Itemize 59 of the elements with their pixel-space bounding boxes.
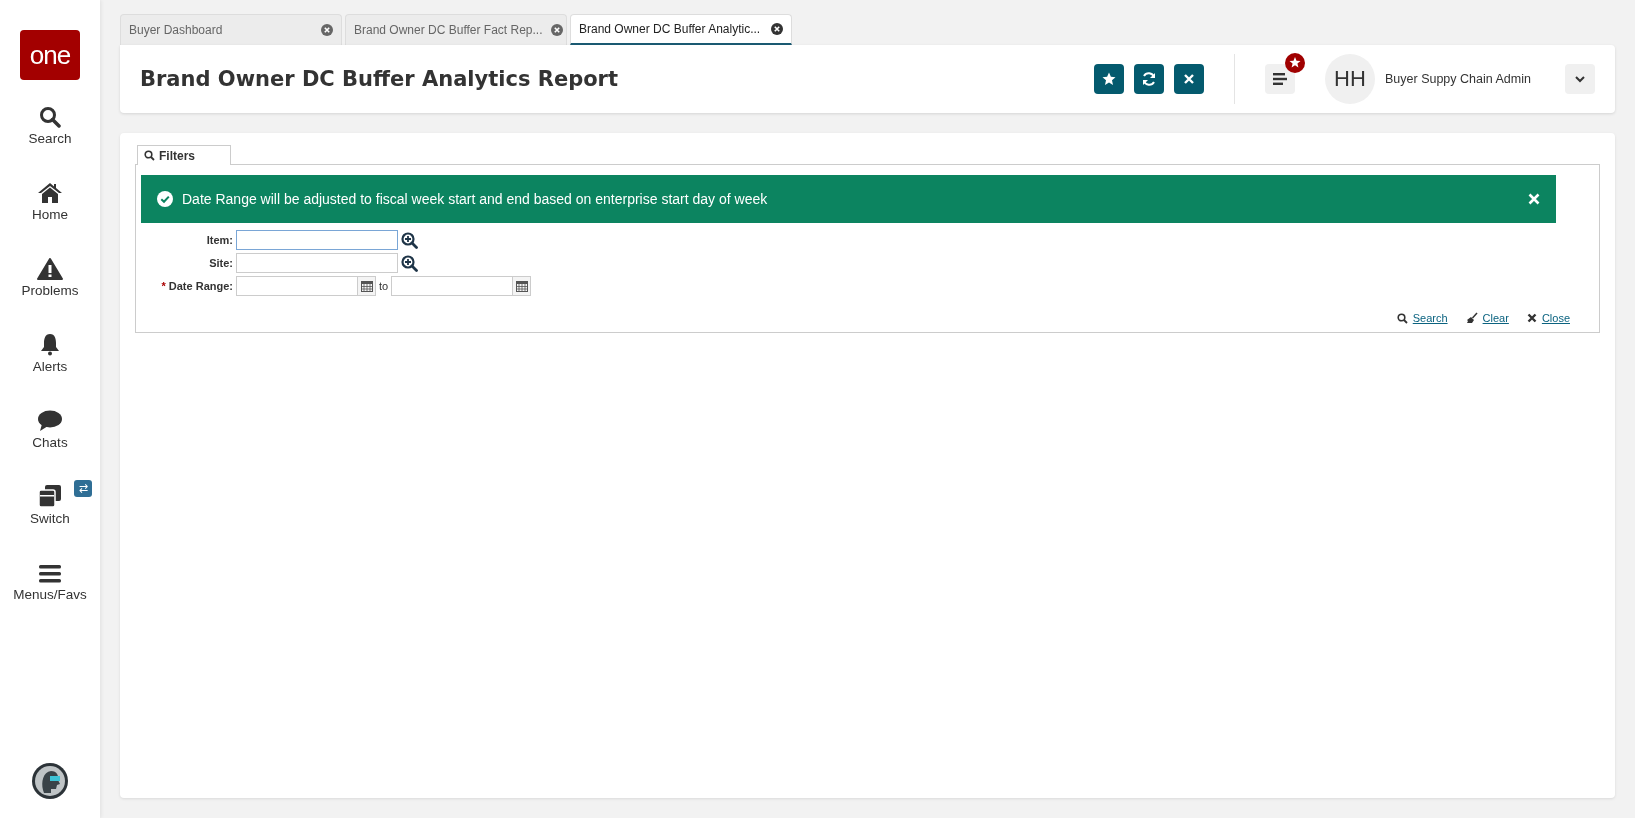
close-button[interactable] (1174, 64, 1204, 94)
check-icon (157, 191, 173, 207)
star-icon (1102, 72, 1116, 86)
input-field[interactable] (236, 230, 398, 250)
sidebar-item[interactable]: Problems (0, 254, 100, 330)
home-icon (37, 182, 63, 204)
sidebar-item[interactable]: Home (0, 178, 100, 254)
tab[interactable]: Brand Owner DC Buffer Fact Rep... (345, 14, 567, 45)
switch-badge: ⇄ (74, 480, 92, 497)
tab[interactable]: Buyer Dashboard (120, 14, 342, 45)
sidebar-item[interactable]: Menus/Favs (0, 558, 100, 634)
menu-icon (38, 564, 62, 584)
field-label: Site: (208, 257, 233, 269)
action-link[interactable]: Close (1541, 312, 1570, 324)
sidebar-item[interactable]: Chats (0, 406, 100, 482)
close-icon[interactable] (321, 24, 333, 36)
refresh-icon (1141, 71, 1157, 87)
close-icon (1526, 313, 1537, 323)
tab[interactable]: Brand Owner DC Buffer Analytic... (570, 14, 792, 45)
refresh-button[interactable] (1134, 64, 1164, 94)
field-label: Item: (205, 234, 233, 246)
sidebar-item[interactable]: ⇄ Switch (0, 482, 100, 558)
banner-message: Date Range will be adjusted to fiscal week start and end based on enterprise start day of week (182, 191, 769, 207)
search-icon (39, 106, 61, 128)
date-field[interactable] (391, 276, 532, 296)
calendar-icon[interactable] (360, 280, 373, 292)
action-link[interactable]: Clear (1482, 312, 1509, 324)
menu-icon (1273, 73, 1287, 85)
zoom-in-icon[interactable] (401, 254, 418, 272)
chat-icon (37, 410, 63, 432)
menu-button[interactable] (1265, 64, 1295, 94)
input-field[interactable] (236, 253, 398, 273)
search-icon (1396, 312, 1408, 324)
user-role: Buyer Suppy Chain Admin (1385, 72, 1532, 86)
windows-icon (38, 484, 62, 508)
date-field[interactable] (236, 276, 376, 296)
zoom-in-icon[interactable] (401, 231, 418, 249)
close-icon (1184, 74, 1194, 84)
close-icon[interactable] (550, 24, 563, 36)
filters-tab[interactable]: Filters (137, 145, 231, 165)
sidebar-item[interactable]: Search (0, 102, 100, 178)
range-separator: to (379, 280, 389, 292)
user-avatar[interactable]: HH (1325, 54, 1375, 104)
broom-icon (1465, 312, 1478, 324)
robot-head-icon[interactable] (31, 762, 69, 800)
favorite-button[interactable] (1094, 64, 1124, 94)
action-link[interactable]: Search (1412, 312, 1448, 324)
bell-icon (39, 332, 61, 356)
warning-icon (37, 258, 63, 280)
search-icon (144, 150, 155, 161)
star-badge-icon (1285, 53, 1305, 73)
sidebar-item[interactable]: Alerts (0, 330, 100, 406)
chevron-down-icon (1575, 75, 1585, 83)
user-menu-button[interactable] (1565, 64, 1595, 94)
logo[interactable]: one (20, 30, 80, 80)
field-label: * Date Range: (160, 280, 233, 292)
page-title: Brand Owner DC Buffer Analytics Report (140, 67, 618, 91)
close-icon[interactable] (771, 23, 783, 35)
calendar-icon[interactable] (515, 280, 528, 292)
